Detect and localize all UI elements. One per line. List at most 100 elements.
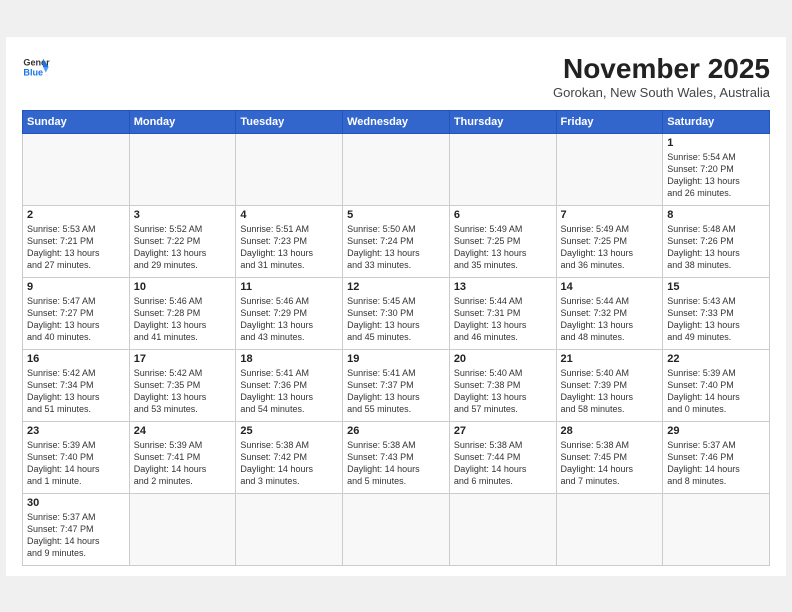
day-info: Sunrise: 5:37 AM Sunset: 7:46 PM Dayligh… [667,439,765,488]
day-number: 15 [667,281,765,293]
day-info: Sunrise: 5:48 AM Sunset: 7:26 PM Dayligh… [667,223,765,272]
day-cell: 27 Sunrise: 5:38 AM Sunset: 7:44 PM Dayli… [449,421,556,493]
day-number: 19 [347,353,445,365]
page-header: General Blue November 2025 Gorokan, New … [22,53,770,100]
day-cell [556,493,663,565]
day-number: 5 [347,209,445,221]
day-number: 18 [240,353,338,365]
week-row-3: 9 Sunrise: 5:47 AM Sunset: 7:27 PM Daylig… [23,277,770,349]
day-number: 11 [240,281,338,293]
day-cell: 21 Sunrise: 5:40 AM Sunset: 7:39 PM Dayli… [556,349,663,421]
day-number: 3 [134,209,232,221]
day-number: 29 [667,425,765,437]
day-number: 22 [667,353,765,365]
day-cell: 25Sunrise: 5:38 AM Sunset: 7:42 PM Dayli… [236,421,343,493]
day-number: 10 [134,281,232,293]
day-cell [343,493,450,565]
day-cell: 22 Sunrise: 5:39 AM Sunset: 7:40 PM Dayli… [663,349,770,421]
title-block: November 2025 Gorokan, New South Wales, … [553,53,770,100]
day-number: 9 [27,281,125,293]
weekday-header-row: SundayMondayTuesdayWednesdayThursdayFrid… [23,110,770,133]
day-number: 13 [454,281,552,293]
day-cell [343,133,450,205]
day-number: 1 [667,137,765,149]
day-info: Sunrise: 5:42 AM Sunset: 7:34 PM Dayligh… [27,367,125,416]
day-cell [129,133,236,205]
day-cell: 5 Sunrise: 5:50 AM Sunset: 7:24 PM Daylig… [343,205,450,277]
week-row-4: 16Sunrise: 5:42 AM Sunset: 7:34 PM Dayli… [23,349,770,421]
day-info: Sunrise: 5:54 AM Sunset: 7:20 PM Dayligh… [667,151,765,200]
day-cell: 29 Sunrise: 5:37 AM Sunset: 7:46 PM Dayli… [663,421,770,493]
day-number: 6 [454,209,552,221]
weekday-header-saturday: Saturday [663,110,770,133]
day-cell [236,133,343,205]
day-info: Sunrise: 5:40 AM Sunset: 7:39 PM Dayligh… [561,367,659,416]
day-info: Sunrise: 5:39 AM Sunset: 7:40 PM Dayligh… [667,367,765,416]
day-info: Sunrise: 5:51 AM Sunset: 7:23 PM Dayligh… [240,223,338,272]
day-number: 2 [27,209,125,221]
day-cell: 26 Sunrise: 5:38 AM Sunset: 7:43 PM Dayli… [343,421,450,493]
weekday-header-monday: Monday [129,110,236,133]
day-info: Sunrise: 5:37 AM Sunset: 7:47 PM Dayligh… [27,511,125,560]
svg-text:Blue: Blue [23,67,43,77]
day-info: Sunrise: 5:50 AM Sunset: 7:24 PM Dayligh… [347,223,445,272]
day-number: 21 [561,353,659,365]
day-info: Sunrise: 5:38 AM Sunset: 7:43 PM Dayligh… [347,439,445,488]
logo: General Blue [22,53,50,81]
day-info: Sunrise: 5:41 AM Sunset: 7:36 PM Dayligh… [240,367,338,416]
day-info: Sunrise: 5:43 AM Sunset: 7:33 PM Dayligh… [667,295,765,344]
weekday-header-sunday: Sunday [23,110,130,133]
calendar-page: General Blue November 2025 Gorokan, New … [6,37,786,576]
day-cell: 10 Sunrise: 5:46 AM Sunset: 7:28 PM Dayli… [129,277,236,349]
weekday-header-tuesday: Tuesday [236,110,343,133]
day-info: Sunrise: 5:46 AM Sunset: 7:29 PM Dayligh… [240,295,338,344]
day-number: 14 [561,281,659,293]
day-cell [556,133,663,205]
week-row-2: 2 Sunrise: 5:53 AM Sunset: 7:21 PM Daylig… [23,205,770,277]
day-cell: 24Sunrise: 5:39 AM Sunset: 7:41 PM Dayli… [129,421,236,493]
day-cell: 1 Sunrise: 5:54 AM Sunset: 7:20 PM Daylig… [663,133,770,205]
day-info: Sunrise: 5:38 AM Sunset: 7:42 PM Dayligh… [240,439,338,488]
day-info: Sunrise: 5:42 AM Sunset: 7:35 PM Dayligh… [134,367,232,416]
day-info: Sunrise: 5:47 AM Sunset: 7:27 PM Dayligh… [27,295,125,344]
day-cell: 17Sunrise: 5:42 AM Sunset: 7:35 PM Dayli… [129,349,236,421]
day-cell: 18 Sunrise: 5:41 AM Sunset: 7:36 PM Dayli… [236,349,343,421]
day-number: 20 [454,353,552,365]
day-info: Sunrise: 5:38 AM Sunset: 7:44 PM Dayligh… [454,439,552,488]
day-cell: 3 Sunrise: 5:52 AM Sunset: 7:22 PM Daylig… [129,205,236,277]
week-row-6: 30Sunrise: 5:37 AM Sunset: 7:47 PM Dayli… [23,493,770,565]
day-cell: 16Sunrise: 5:42 AM Sunset: 7:34 PM Dayli… [23,349,130,421]
day-cell: 13Sunrise: 5:44 AM Sunset: 7:31 PM Dayli… [449,277,556,349]
day-info: Sunrise: 5:46 AM Sunset: 7:28 PM Dayligh… [134,295,232,344]
day-info: Sunrise: 5:39 AM Sunset: 7:40 PM Dayligh… [27,439,125,488]
day-info: Sunrise: 5:49 AM Sunset: 7:25 PM Dayligh… [561,223,659,272]
day-cell: 19Sunrise: 5:41 AM Sunset: 7:37 PM Dayli… [343,349,450,421]
day-info: Sunrise: 5:45 AM Sunset: 7:30 PM Dayligh… [347,295,445,344]
week-row-5: 23 Sunrise: 5:39 AM Sunset: 7:40 PM Dayli… [23,421,770,493]
day-info: Sunrise: 5:40 AM Sunset: 7:38 PM Dayligh… [454,367,552,416]
day-cell: 9 Sunrise: 5:47 AM Sunset: 7:27 PM Daylig… [23,277,130,349]
day-number: 27 [454,425,552,437]
day-cell: 6 Sunrise: 5:49 AM Sunset: 7:25 PM Daylig… [449,205,556,277]
day-cell [663,493,770,565]
day-number: 26 [347,425,445,437]
day-number: 23 [27,425,125,437]
month-title: November 2025 [553,53,770,85]
day-cell: 12 Sunrise: 5:45 AM Sunset: 7:30 PM Dayli… [343,277,450,349]
day-number: 12 [347,281,445,293]
day-info: Sunrise: 5:38 AM Sunset: 7:45 PM Dayligh… [561,439,659,488]
day-cell: 2 Sunrise: 5:53 AM Sunset: 7:21 PM Daylig… [23,205,130,277]
day-cell [23,133,130,205]
day-cell: 7Sunrise: 5:49 AM Sunset: 7:25 PM Daylig… [556,205,663,277]
logo-icon: General Blue [22,53,50,81]
week-row-1: 1 Sunrise: 5:54 AM Sunset: 7:20 PM Daylig… [23,133,770,205]
day-info: Sunrise: 5:53 AM Sunset: 7:21 PM Dayligh… [27,223,125,272]
day-info: Sunrise: 5:44 AM Sunset: 7:32 PM Dayligh… [561,295,659,344]
day-number: 8 [667,209,765,221]
day-cell: 14 Sunrise: 5:44 AM Sunset: 7:32 PM Dayli… [556,277,663,349]
day-info: Sunrise: 5:52 AM Sunset: 7:22 PM Dayligh… [134,223,232,272]
day-info: Sunrise: 5:49 AM Sunset: 7:25 PM Dayligh… [454,223,552,272]
day-cell: 30Sunrise: 5:37 AM Sunset: 7:47 PM Dayli… [23,493,130,565]
day-number: 4 [240,209,338,221]
calendar-table: SundayMondayTuesdayWednesdayThursdayFrid… [22,110,770,566]
